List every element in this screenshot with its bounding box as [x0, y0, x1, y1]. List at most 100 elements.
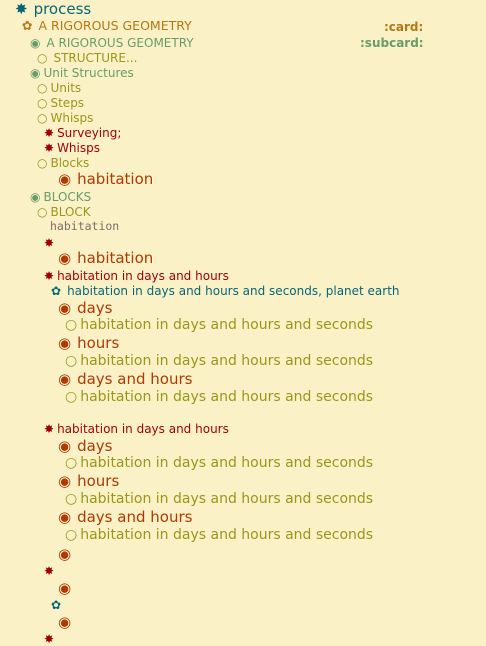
star-bullet-icon: ✸ — [44, 141, 55, 155]
heading-text: A RIGOROUS GEOMETRY — [38, 18, 192, 33]
heading-text: days and hours — [77, 508, 193, 526]
subcard-tag: :subcard: — [360, 36, 424, 50]
heading-block[interactable]: ○ BLOCK — [37, 206, 91, 218]
heading-text: Unit Structures — [43, 66, 134, 80]
heading-process[interactable]: ✸ process — [15, 2, 91, 17]
heading-hdhs-6[interactable]: ○ habitation in days and hours and second… — [65, 528, 373, 542]
heading-text: habitation in days and hours and seconds — [80, 317, 374, 333]
circle-bullet-icon: ○ — [37, 205, 48, 219]
heading-text: habitation in days and hours and seconds — [80, 389, 374, 405]
empty-heading[interactable]: ◉ — [58, 615, 71, 630]
fisheye-bullet-icon: ◉ — [58, 334, 72, 352]
fisheye-bullet-icon: ◉ — [58, 370, 72, 388]
heading-units[interactable]: ○ Units — [37, 82, 81, 94]
heading-hours-2[interactable]: ◉ hours — [58, 474, 119, 489]
heading-days-2[interactable]: ◉ days — [58, 439, 113, 454]
heading-habitation-days-hours-1[interactable]: ✸ habitation in days and hours — [44, 270, 229, 282]
heading-text: hours — [77, 472, 120, 490]
heading-hdhs-2[interactable]: ○ habitation in days and hours and second… — [65, 354, 373, 368]
heading-text: habitation in days and hours and seconds — [80, 491, 374, 507]
heading-text: BLOCK — [50, 205, 91, 219]
circle-bullet-icon: ○ — [65, 455, 78, 471]
heading-text: habitation in days and hours — [57, 269, 229, 283]
empty-heading[interactable]: ◉ — [58, 581, 71, 596]
flower-bullet-icon: ✿ — [51, 598, 62, 612]
heading-whisps-red[interactable]: ✸ Whisps — [44, 142, 100, 154]
fisheye-bullet-icon: ◉ — [58, 613, 72, 631]
heading-steps[interactable]: ○ Steps — [37, 97, 84, 109]
fisheye-bullet-icon: ◉ — [58, 472, 72, 490]
heading-hdhs-4[interactable]: ○ habitation in days and hours and second… — [65, 456, 373, 470]
heading-text: Blocks — [50, 156, 90, 170]
empty-heading[interactable]: ✸ — [44, 237, 54, 249]
heading-text: process — [33, 0, 92, 18]
heading-text: STRUCTURE... — [53, 51, 138, 65]
empty-heading[interactable]: ✸ — [44, 633, 54, 645]
star-bullet-icon: ✸ — [44, 422, 55, 436]
heading-text: habitation — [77, 249, 154, 267]
fisheye-bullet-icon: ◉ — [30, 36, 41, 50]
heading-days-and-hours-2[interactable]: ◉ days and hours — [58, 510, 192, 525]
circle-bullet-icon: ○ — [65, 491, 78, 507]
heading-hdhs-5[interactable]: ○ habitation in days and hours and second… — [65, 492, 373, 506]
heading-hdhs-3[interactable]: ○ habitation in days and hours and second… — [65, 390, 373, 404]
heading-habitation-planet-earth[interactable]: ✿ habitation in days and hours and second… — [51, 285, 400, 297]
fisheye-bullet-icon: ◉ — [30, 190, 41, 204]
heading-days-1[interactable]: ◉ days — [58, 301, 113, 316]
circle-bullet-icon: ○ — [65, 389, 78, 405]
star-bullet-icon: ✸ — [44, 269, 55, 283]
heading-text: habitation in days and hours and seconds — [80, 455, 374, 471]
star-bullet-icon: ✸ — [44, 564, 55, 578]
heading-rigorous-geometry-sub[interactable]: ◉ A RIGOROUS GEOMETRY — [30, 37, 194, 49]
heading-hours-1[interactable]: ◉ hours — [58, 336, 119, 351]
heading-text: habitation in days and hours — [57, 422, 229, 436]
flower-bullet-icon: ✿ — [51, 284, 62, 298]
fisheye-bullet-icon: ◉ — [58, 508, 72, 526]
fisheye-bullet-icon: ◉ — [58, 437, 72, 455]
heading-rigorous-geometry[interactable]: ✿ A RIGOROUS GEOMETRY — [22, 18, 192, 33]
heading-text: habitation in days and hours and seconds — [80, 527, 374, 543]
circle-bullet-icon: ○ — [65, 353, 78, 369]
heading-unit-structures[interactable]: ◉ Unit Structures — [30, 67, 134, 79]
heading-text: Units — [50, 81, 82, 95]
heading-text: hours — [77, 334, 120, 352]
heading-text: habitation — [77, 170, 154, 188]
heading-text: habitation in days and hours and seconds… — [67, 284, 400, 298]
circle-bullet-icon: ○ — [37, 96, 48, 110]
heading-habitation-1[interactable]: ◉ habitation — [58, 172, 153, 187]
star-bullet-icon: ✸ — [15, 0, 28, 18]
star-bullet-icon: ✸ — [44, 632, 55, 646]
fisheye-bullet-icon: ◉ — [58, 545, 72, 563]
heading-hdhs-1[interactable]: ○ habitation in days and hours and second… — [65, 318, 373, 332]
circle-bullet-icon: ○ — [37, 111, 48, 125]
heading-blocks-caps[interactable]: ◉ BLOCKS — [30, 191, 91, 203]
heading-text: days — [77, 437, 113, 455]
heading-text: habitation in days and hours and seconds — [80, 353, 374, 369]
empty-heading[interactable]: ✸ — [44, 565, 54, 577]
fisheye-bullet-icon: ◉ — [58, 299, 72, 317]
heading-habitation-days-hours-2[interactable]: ✸ habitation in days and hours — [44, 423, 229, 435]
heading-habitation-2[interactable]: ◉ habitation — [58, 251, 153, 266]
fisheye-bullet-icon: ◉ — [58, 249, 72, 267]
heading-blocks[interactable]: ○ Blocks — [37, 157, 89, 169]
heading-whisps[interactable]: ○ Whisps — [37, 112, 93, 124]
heading-text: Steps — [50, 96, 85, 110]
empty-heading[interactable]: ✿ — [51, 599, 61, 611]
heading-surveying[interactable]: ✸ Surveying; — [44, 127, 121, 139]
heading-text: A RIGOROUS GEOMETRY — [46, 36, 194, 50]
heading-text: Surveying; — [57, 126, 122, 140]
heading-structure[interactable]: ○ STRUCTURE... — [37, 52, 137, 64]
circle-bullet-icon: ○ — [65, 527, 78, 543]
star-bullet-icon: ✸ — [44, 236, 55, 250]
heading-days-and-hours-1[interactable]: ◉ days and hours — [58, 372, 192, 387]
empty-heading[interactable]: ◉ — [58, 547, 71, 562]
fisheye-bullet-icon: ◉ — [58, 579, 72, 597]
fisheye-bullet-icon: ◉ — [30, 66, 41, 80]
circle-bullet-icon: ○ — [37, 156, 48, 170]
fisheye-bullet-icon: ◉ — [58, 170, 72, 188]
star-bullet-icon: ✸ — [44, 126, 55, 140]
flower-bullet-icon: ✿ — [22, 18, 33, 33]
circle-bullet-icon: ○ — [65, 317, 78, 333]
circle-bullet-icon: ○ — [37, 51, 48, 65]
heading-text: Whisps — [50, 111, 94, 125]
